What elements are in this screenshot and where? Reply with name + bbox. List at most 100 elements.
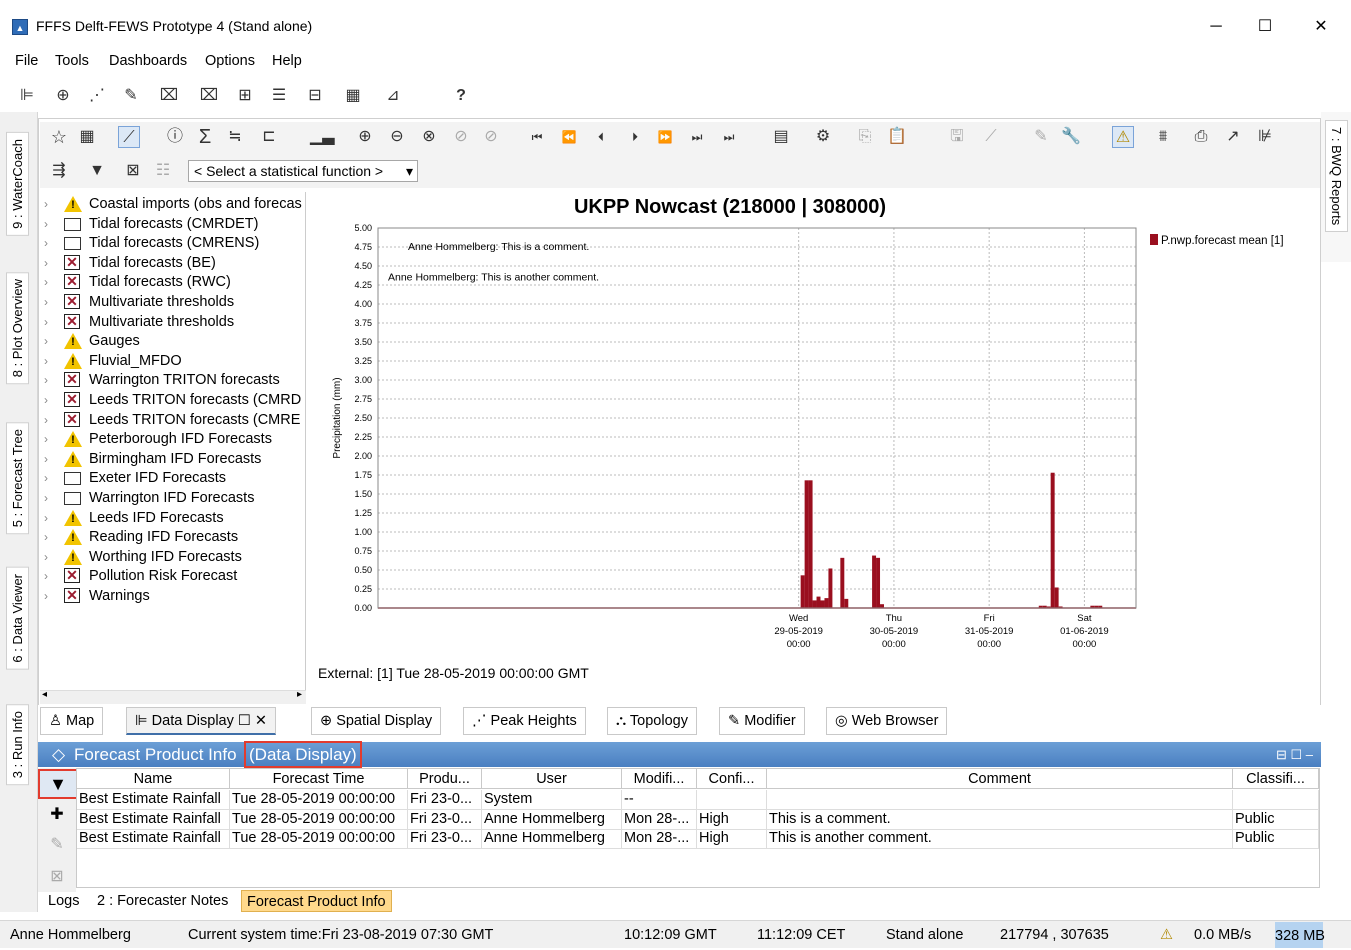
paste-icon[interactable]: 📋 bbox=[886, 126, 908, 148]
settings-icon[interactable]: ⚙ bbox=[812, 126, 834, 148]
chevron-right-icon[interactable]: › bbox=[44, 508, 48, 528]
zoom-prev-icon[interactable]: ⊘ bbox=[450, 126, 472, 148]
tab-peak-heights[interactable]: ⋰ Peak Heights bbox=[463, 707, 586, 735]
tree-horizontal-scrollbar[interactable]: ◂ ▸ bbox=[40, 689, 306, 704]
globe-icon[interactable]: ⊕ bbox=[52, 85, 74, 107]
menu-dashboards[interactable]: Dashboards bbox=[109, 53, 187, 69]
scroll-left-icon[interactable]: ◂ bbox=[42, 689, 47, 700]
close-tab-icon[interactable]: ✕ bbox=[251, 713, 267, 729]
minimize-button[interactable]: ─ bbox=[1196, 12, 1236, 42]
chevron-right-icon[interactable]: › bbox=[44, 312, 48, 332]
tab-topology[interactable]: ⛬ Topology bbox=[607, 707, 697, 735]
tab-forecast-product-info[interactable]: Forecast Product Info bbox=[241, 890, 392, 912]
panel-window-controls[interactable]: ⊟ ☐ ‒ bbox=[1276, 742, 1313, 767]
list-icon[interactable]: ☰ bbox=[268, 85, 290, 107]
tab-modifier[interactable]: ✎ Modifier bbox=[719, 707, 805, 735]
side-tab-plot-overview[interactable]: 8 : Plot Overview bbox=[6, 272, 29, 385]
chevron-right-icon[interactable]: › bbox=[44, 527, 48, 547]
zoom-out-icon[interactable]: ⊖ bbox=[386, 126, 408, 148]
chevron-right-icon[interactable]: › bbox=[44, 272, 48, 292]
report-icon[interactable]: ▦ bbox=[342, 85, 364, 107]
table-row[interactable]: Best Estimate Rainfall Tue 28-05-2019 00:… bbox=[77, 829, 1319, 849]
axis-icon[interactable]: ⊏ bbox=[258, 126, 280, 148]
table-icon[interactable]: ⊟ bbox=[304, 85, 326, 107]
scatter-plot-icon[interactable]: ⋰ bbox=[86, 85, 108, 107]
zoom-fit-icon[interactable]: ⊗ bbox=[418, 126, 440, 148]
table-row[interactable]: Best Estimate Rainfall Tue 28-05-2019 00:… bbox=[77, 809, 1319, 830]
zoom-in-icon[interactable]: ⊕ bbox=[354, 126, 376, 148]
chevron-right-icon[interactable]: › bbox=[44, 292, 48, 312]
column-header[interactable]: Confi... bbox=[697, 769, 767, 789]
flow-icon[interactable]: ⇶ bbox=[48, 160, 70, 182]
chevron-right-icon[interactable]: › bbox=[44, 351, 48, 371]
grid-view-icon[interactable]: ⊞ bbox=[234, 85, 256, 107]
tab-logs[interactable]: Logs bbox=[43, 890, 84, 912]
chevron-right-icon[interactable]: › bbox=[44, 253, 48, 273]
column-header[interactable]: Comment bbox=[767, 769, 1233, 789]
chevron-right-icon[interactable]: › bbox=[44, 214, 48, 234]
chevron-right-icon[interactable]: › bbox=[44, 468, 48, 488]
filter-icon[interactable]: ▼ bbox=[86, 160, 108, 182]
delete-icon[interactable]: ⊠ bbox=[46, 866, 68, 888]
step-forward-icon[interactable]: ⏵ bbox=[624, 126, 646, 148]
undock-icon[interactable]: ☐ bbox=[234, 713, 251, 729]
tab-spatial-display[interactable]: ⊕ Spatial Display bbox=[311, 707, 442, 735]
end-icon[interactable]: ⏭ bbox=[718, 126, 740, 148]
tab-web-browser[interactable]: ◎ Web Browser bbox=[826, 707, 948, 735]
column-header[interactable]: Classifi... bbox=[1233, 769, 1319, 789]
side-tab-watercoach[interactable]: 9 : WaterCoach bbox=[6, 132, 29, 236]
column-header[interactable]: Produ... bbox=[408, 769, 482, 789]
document-icon[interactable]: ▤ bbox=[770, 126, 792, 148]
fast-forward-icon[interactable]: ⏩ bbox=[654, 126, 676, 148]
chevron-right-icon[interactable]: › bbox=[44, 566, 48, 586]
edit-pencil-icon[interactable]: ✎ bbox=[46, 834, 68, 856]
warning-icon[interactable]: ⚠ bbox=[1160, 921, 1173, 949]
tab-map[interactable]: ♙ Map bbox=[40, 707, 104, 735]
sum-icon[interactable]: Σ bbox=[194, 126, 216, 148]
edit-chart-2-icon[interactable]: ⌧ bbox=[198, 85, 220, 107]
checklist-icon[interactable]: ≒ bbox=[224, 126, 246, 148]
tab-forecaster-notes[interactable]: 2 : Forecaster Notes bbox=[92, 890, 233, 912]
chevron-right-icon[interactable]: › bbox=[44, 449, 48, 469]
chevron-right-icon[interactable]: › bbox=[44, 370, 48, 390]
chevron-right-icon[interactable]: › bbox=[44, 429, 48, 449]
chart-toggle-icon[interactable]: ⟋ bbox=[118, 126, 140, 148]
histogram-icon[interactable]: ▁▃ bbox=[310, 126, 335, 148]
menu-options[interactable]: Options bbox=[205, 53, 255, 69]
chevron-right-icon[interactable]: › bbox=[44, 390, 48, 410]
help-icon[interactable]: ? bbox=[450, 85, 472, 107]
tab-data-display[interactable]: ⊫ Data Display ☐ ✕ bbox=[126, 707, 277, 735]
menu-tools[interactable]: Tools bbox=[55, 53, 89, 69]
warning-toggle-icon[interactable]: ⚠ bbox=[1112, 126, 1134, 148]
filter-chart-icon[interactable]: ⩩ bbox=[1152, 126, 1174, 148]
menu-help[interactable]: Help bbox=[272, 53, 302, 69]
zoom-next-icon[interactable]: ⊘ bbox=[480, 126, 502, 148]
filter-button[interactable]: ▼ bbox=[38, 769, 78, 799]
star-icon[interactable]: ☆ bbox=[48, 126, 70, 148]
close-button[interactable]: ✕ bbox=[1301, 12, 1341, 42]
chevron-right-icon[interactable]: › bbox=[44, 233, 48, 253]
column-header[interactable]: User bbox=[482, 769, 622, 789]
chevron-right-icon[interactable]: › bbox=[44, 194, 48, 214]
maximize-button[interactable]: ☐ bbox=[1245, 12, 1285, 42]
side-tab-forecast-tree[interactable]: 5 : Forecast Tree bbox=[6, 422, 29, 535]
save-icon[interactable]: 🖫 bbox=[946, 126, 968, 148]
fast-back-icon[interactable]: ⏪ bbox=[558, 126, 580, 148]
wrench-icon[interactable]: ✎ bbox=[120, 85, 142, 107]
last-icon[interactable]: ⏭ bbox=[686, 126, 708, 148]
scatter-filter-icon[interactable]: ⊠ bbox=[122, 160, 144, 182]
column-header[interactable]: Name bbox=[77, 769, 230, 789]
edit-chart-icon[interactable]: ⌧ bbox=[158, 85, 180, 107]
side-tab-run-info[interactable]: 3 : Run Info bbox=[6, 704, 29, 786]
wrench-icon[interactable]: 🔧 bbox=[1060, 126, 1082, 148]
first-icon[interactable]: ⏮ bbox=[526, 126, 548, 148]
export-icon[interactable]: ⎙ bbox=[1190, 126, 1212, 148]
column-header[interactable]: Forecast Time bbox=[230, 769, 408, 789]
compare-chart-icon[interactable]: ⊯ bbox=[1254, 126, 1276, 148]
statistical-function-select[interactable]: < Select a statistical function > ▾ bbox=[188, 160, 418, 182]
side-tab-bwq-reports[interactable]: 7 : BWQ Reports bbox=[1325, 120, 1348, 233]
scroll-right-icon[interactable]: ▸ bbox=[297, 689, 302, 700]
chevron-right-icon[interactable]: › bbox=[44, 488, 48, 508]
explorer-icon[interactable]: ⊫ bbox=[16, 85, 38, 107]
chart-icon[interactable]: ⊿ bbox=[382, 85, 404, 107]
